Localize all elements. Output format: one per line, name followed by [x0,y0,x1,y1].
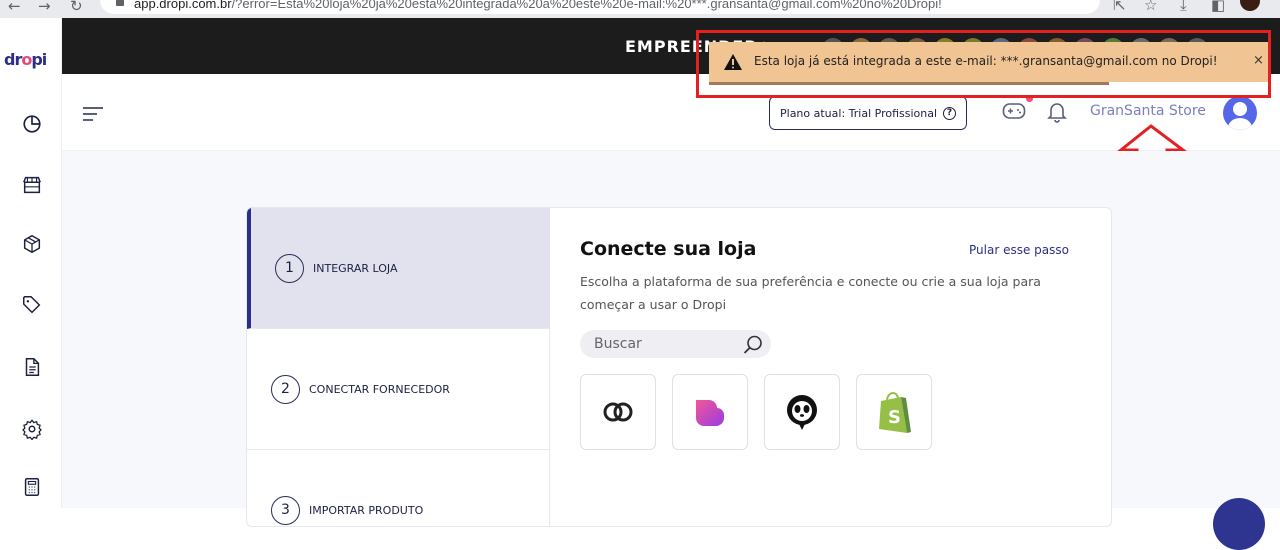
help-icon: ? [943,106,957,120]
step-label: CONECTAR FORNECEDOR [309,382,450,396]
step-integrar-loja[interactable]: 1 INTEGRAR LOJA [247,208,550,329]
platform-panda[interactable] [764,374,840,450]
platform-link[interactable] [580,374,656,450]
step-importar-produto[interactable]: 3 IMPORTAR PRODUTO [247,450,550,526]
menu-icon[interactable] [82,106,104,122]
url-text[interactable]: app.dropi.com.br/?error=Esta%20loja%20ja… [134,0,942,11]
tag-icon[interactable] [21,294,43,316]
platform-search [580,330,771,358]
store-icon[interactable] [21,174,43,196]
lock-icon [116,0,124,6]
star-icon[interactable]: ☆ [1144,0,1157,14]
reload-icon[interactable]: ↻ [70,0,83,15]
plan-label: Plano atual: Trial Profissional [780,106,938,120]
back-icon[interactable]: ← [8,0,21,15]
box-icon[interactable] [21,233,43,255]
browser-profile-avatar[interactable] [1240,0,1260,11]
sidepanel-icon[interactable]: ◧ [1211,0,1225,14]
plan-button[interactable]: Plano atual: Trial Profissional? [769,96,968,130]
platform-shopify[interactable]: S [856,374,932,450]
step-label: INTEGRAR LOJA [313,261,398,275]
left-sidebar: dropi [0,18,62,508]
panda-icon [787,395,817,430]
pie-chart-icon[interactable] [21,113,43,135]
share-icon[interactable]: ⇱ [1113,0,1126,14]
steps-panel: 1 INTEGRAR LOJA 2 CONECTAR FORNECEDOR 3 … [247,208,550,526]
platform-list: S [580,374,932,450]
step-number: 1 [275,253,304,283]
page-title: Conecte sua loja [580,238,757,260]
step-number: 2 [271,374,300,404]
browser-toolbar: ← → ↻ app.dropi.com.br/?error=Esta%20loj… [0,0,1280,18]
gamepad-icon[interactable] [1002,102,1026,120]
step-conectar-fornecedor[interactable]: 2 CONECTAR FORNECEDOR [247,329,550,450]
platform-heart-store[interactable] [672,374,748,450]
skip-step-link[interactable]: Pular esse passo [969,243,1069,257]
search-input[interactable] [594,335,734,353]
main-area: 1 INTEGRAR LOJA 2 CONECTAR FORNECEDOR 3 … [62,151,1280,527]
gear-icon[interactable] [21,418,43,440]
document-icon[interactable] [21,356,43,378]
shopify-icon: S [879,391,911,433]
highlight-box [696,30,1271,98]
step-label: IMPORTAR PRODUTO [309,503,424,517]
dropi-logo[interactable]: dropi [4,50,47,69]
svg-text:S: S [888,407,901,428]
download-icon[interactable]: ⤓ [1180,0,1187,14]
step-number: 3 [271,495,300,525]
chat-button[interactable] [1213,498,1265,550]
link-icon [603,402,633,422]
store-name[interactable]: GranSanta Store [1090,103,1206,119]
description-text: Escolha a plataforma de sua preferência … [580,274,1041,312]
heart-store-icon [696,400,724,426]
onboarding-card: 1 INTEGRAR LOJA 2 CONECTAR FORNECEDOR 3 … [246,207,1112,527]
forward-icon[interactable]: → [38,0,51,15]
search-icon[interactable] [742,334,764,356]
calculator-icon[interactable] [21,476,43,498]
user-avatar[interactable] [1223,96,1257,130]
bell-icon[interactable] [1047,101,1067,123]
